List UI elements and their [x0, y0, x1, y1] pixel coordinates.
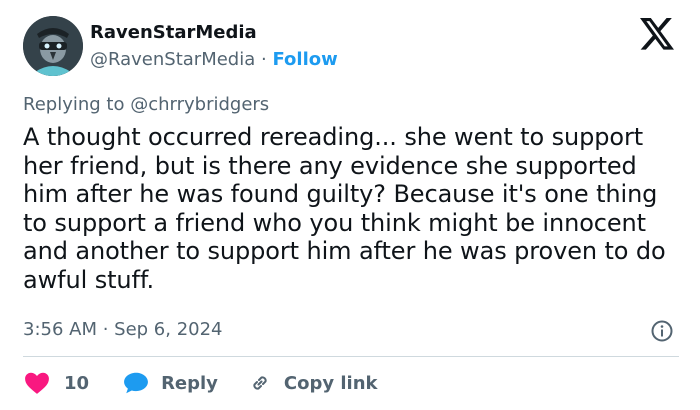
- author-handle[interactable]: @RavenStarMedia: [90, 49, 255, 70]
- like-count: 10: [64, 372, 90, 394]
- author-display-name[interactable]: RavenStarMedia: [90, 22, 257, 44]
- action-bar: 10 Reply Copy link: [24, 370, 378, 396]
- copy-link-label: Copy link: [283, 372, 378, 394]
- author-handle-row: @RavenStarMedia · Follow: [90, 49, 338, 71]
- divider: [23, 356, 679, 357]
- handle-separator: ·: [261, 49, 267, 70]
- x-logo-glyph: [640, 18, 674, 50]
- copy-link-button[interactable]: Copy link: [248, 371, 378, 395]
- tweet-text: A thought occurred rereading... she went…: [23, 123, 666, 294]
- heart-icon: [25, 372, 49, 394]
- like-button[interactable]: 10: [24, 371, 89, 395]
- info-glyph: [651, 320, 673, 342]
- avatar[interactable]: [23, 16, 83, 76]
- reply-label: Reply: [161, 372, 218, 394]
- follow-button[interactable]: Follow: [272, 49, 337, 70]
- tweet-timestamp[interactable]: 3:56 AM · Sep 6, 2024: [23, 318, 223, 342]
- link-icon: [253, 376, 267, 390]
- x-logo-icon[interactable]: [637, 18, 677, 52]
- speech-bubble-icon: [124, 372, 148, 394]
- replying-to[interactable]: Replying to @chrrybridgers: [23, 93, 269, 117]
- avatar-image: [23, 16, 83, 76]
- info-icon[interactable]: [650, 319, 674, 343]
- tweet-card: RavenStarMedia @RavenStarMedia · Follow …: [0, 0, 700, 410]
- reply-button[interactable]: Reply: [123, 371, 218, 395]
